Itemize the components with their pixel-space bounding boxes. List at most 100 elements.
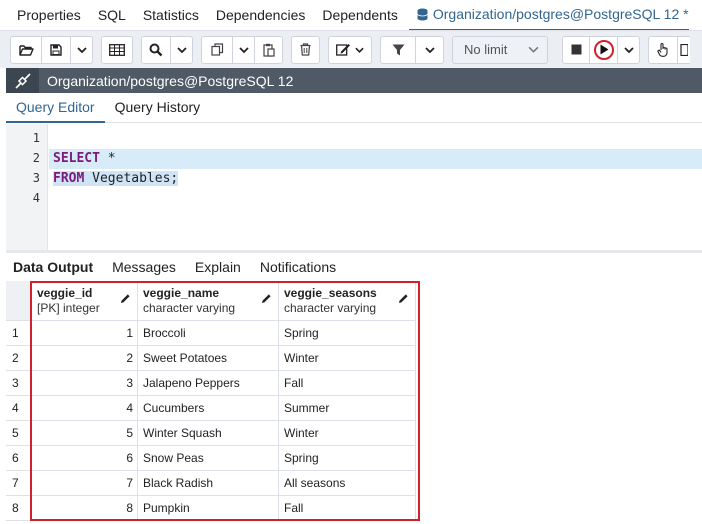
cell-veggie-name[interactable]: Winter Squash — [138, 421, 279, 446]
connection-bar: Organization/postgres@PostgreSQL 12 — [6, 68, 702, 93]
cell-veggie-name[interactable]: Cucumbers — [138, 396, 279, 421]
tab-statistics[interactable]: Statistics — [126, 0, 199, 30]
open-file-button[interactable] — [10, 35, 42, 64]
delete-rows-button[interactable] — [291, 35, 320, 64]
copy-button[interactable] — [201, 35, 233, 64]
find-options-dropdown[interactable] — [171, 35, 193, 64]
table-row[interactable]: 2 2 Sweet Potatoes Winter — [6, 346, 702, 371]
cell-veggie-name[interactable]: Jalapeno Peppers — [138, 371, 279, 396]
table-row[interactable]: 3 3 Jalapeno Peppers Fall — [6, 371, 702, 396]
sql-keyword: SELECT — [53, 151, 100, 166]
execute-button[interactable] — [590, 35, 618, 64]
connection-label: Organization/postgres@PostgreSQL 12 — [47, 72, 294, 89]
row-number[interactable]: 5 — [6, 421, 32, 446]
tab-notifications[interactable]: Notifications — [253, 259, 344, 275]
table-row[interactable]: 8 8 Pumpkin Fall — [6, 496, 702, 521]
database-icon — [416, 8, 428, 21]
paste-button[interactable] — [255, 35, 283, 64]
tab-dependents[interactable]: Dependents — [305, 0, 398, 30]
cell-veggie-name[interactable]: Broccoli — [138, 321, 279, 346]
cell-veggie-name[interactable]: Pumpkin — [138, 496, 279, 521]
execute-options-dropdown[interactable] — [618, 35, 640, 64]
edit-options-dropdown[interactable] — [328, 35, 372, 64]
code-line: SELECT * — [49, 149, 702, 169]
cell-veggie-id[interactable]: 6 — [32, 446, 138, 471]
cell-veggie-id[interactable]: 4 — [32, 396, 138, 421]
cell-veggie-seasons[interactable]: Fall — [279, 496, 416, 521]
stop-query-button[interactable] — [562, 35, 590, 64]
column-header-veggie-name[interactable]: veggie_name character varying — [138, 281, 279, 321]
cell-veggie-seasons[interactable]: All seasons — [279, 471, 416, 496]
search-icon — [149, 43, 163, 56]
explain-button[interactable] — [648, 35, 678, 64]
cell-veggie-name[interactable]: Black Radish — [138, 471, 279, 496]
tab-query-editor[interactable]: Query Editor — [6, 93, 105, 123]
row-number[interactable]: 6 — [6, 446, 32, 471]
tab-query-tool[interactable]: Organization/postgres@PostgreSQL 12 * — [408, 0, 689, 30]
tab-properties[interactable]: Properties — [0, 0, 81, 30]
find-button[interactable] — [141, 35, 171, 64]
table-row[interactable]: 1 1 Broccoli Spring — [6, 321, 702, 346]
table-icon — [109, 43, 125, 56]
column-type: [PK] integer — [37, 300, 100, 315]
tab-data-output[interactable]: Data Output — [6, 259, 101, 275]
cell-veggie-seasons[interactable]: Spring — [279, 321, 416, 346]
copy-icon — [210, 43, 223, 56]
filter-button[interactable] — [380, 35, 416, 64]
line-number: 1 — [32, 131, 40, 145]
cell-veggie-id[interactable]: 3 — [32, 371, 138, 396]
save-options-dropdown[interactable] — [71, 35, 93, 64]
table-row[interactable]: 6 6 Snow Peas Spring — [6, 446, 702, 471]
cell-veggie-seasons[interactable]: Winter — [279, 346, 416, 371]
column-name: veggie_name — [143, 285, 220, 300]
column-header-veggie-seasons[interactable]: veggie_seasons character varying — [279, 281, 416, 321]
cell-veggie-name[interactable]: Sweet Potatoes — [138, 346, 279, 371]
chevron-down-icon — [355, 47, 364, 53]
tab-dependencies[interactable]: Dependencies — [199, 0, 306, 30]
edit-icon — [336, 44, 350, 56]
cell-veggie-seasons[interactable]: Spring — [279, 446, 416, 471]
save-file-button[interactable] — [42, 35, 71, 64]
paste-icon — [262, 43, 275, 57]
tab-sql[interactable]: SQL — [81, 0, 126, 30]
sql-editor[interactable]: 1 2 3 4 SELECT * FROM Vegetables; — [6, 124, 702, 250]
table-row[interactable]: 7 7 Black Radish All seasons — [6, 471, 702, 496]
cell-veggie-id[interactable]: 7 — [32, 471, 138, 496]
filter-options-dropdown[interactable] — [416, 35, 444, 64]
copy-options-dropdown[interactable] — [233, 35, 255, 64]
cell-veggie-seasons[interactable]: Summer — [279, 396, 416, 421]
row-limit-value: No limit — [464, 42, 508, 57]
filter-icon — [392, 44, 404, 55]
connection-status-icon[interactable] — [6, 68, 39, 93]
row-number[interactable]: 1 — [6, 321, 32, 346]
cell-veggie-seasons[interactable]: Winter — [279, 421, 416, 446]
chevron-down-icon — [76, 46, 87, 53]
row-number[interactable]: 2 — [6, 346, 32, 371]
row-number[interactable]: 4 — [6, 396, 32, 421]
stop-icon — [571, 44, 581, 55]
column-header-veggie-id[interactable]: veggie_id [PK] integer — [32, 281, 138, 321]
cell-veggie-id[interactable]: 2 — [32, 346, 138, 371]
editor-tab-bar: Query Editor Query History — [6, 93, 702, 123]
explain-analyze-button[interactable] — [678, 35, 690, 64]
cell-veggie-name[interactable]: Snow Peas — [138, 446, 279, 471]
cell-veggie-id[interactable]: 5 — [32, 421, 138, 446]
row-number[interactable]: 3 — [6, 371, 32, 396]
cell-veggie-id[interactable]: 1 — [32, 321, 138, 346]
result-grid: veggie_id [PK] integer veggie_name chara… — [6, 281, 702, 524]
top-tab-bar: Properties SQL Statistics Dependencies D… — [0, 0, 702, 31]
tab-messages[interactable]: Messages — [105, 259, 184, 275]
row-number[interactable]: 8 — [6, 496, 32, 521]
table-row[interactable]: 5 5 Winter Squash Winter — [6, 421, 702, 446]
pencil-icon — [399, 294, 408, 303]
edit-grid-button[interactable] — [101, 35, 133, 64]
tab-query-history[interactable]: Query History — [105, 93, 211, 123]
hand-pointer-icon — [657, 42, 668, 57]
table-row[interactable]: 4 4 Cucumbers Summer — [6, 396, 702, 421]
cell-veggie-id[interactable]: 8 — [32, 496, 138, 521]
cell-veggie-seasons[interactable]: Fall — [279, 371, 416, 396]
row-limit-select[interactable]: No limit — [452, 35, 548, 64]
row-header-corner[interactable] — [6, 281, 32, 321]
row-number[interactable]: 7 — [6, 471, 32, 496]
tab-explain[interactable]: Explain — [188, 259, 249, 275]
